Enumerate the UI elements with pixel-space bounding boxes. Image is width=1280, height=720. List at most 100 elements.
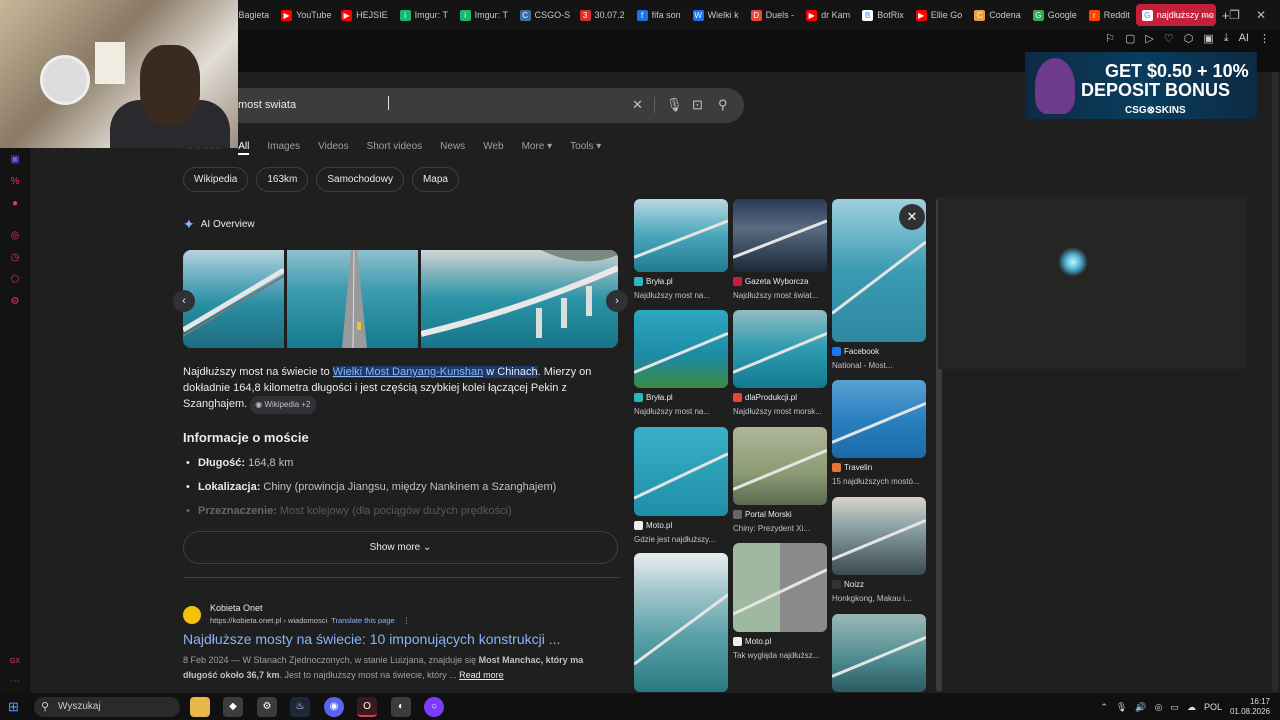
maximize-icon[interactable]: ❐	[1229, 8, 1240, 22]
browser-tab[interactable]: i Imgur: T	[454, 4, 514, 26]
browser-tab[interactable]: ▶ HEJSIE	[335, 4, 394, 26]
nav-tab-web[interactable]: Web	[483, 141, 503, 155]
nav-tab-more[interactable]: More ▾	[522, 141, 553, 155]
browser-tab[interactable]: C Codena	[968, 4, 1027, 26]
nav-tab-tools[interactable]: Tools ▾	[570, 141, 601, 155]
opera-gx-icon[interactable]: O	[357, 697, 377, 717]
page-scrollbar[interactable]	[1272, 72, 1278, 692]
translate-link[interactable]: Translate this page	[331, 616, 395, 625]
bookmark-icon[interactable]: ⚐	[1105, 32, 1115, 45]
language-indicator[interactable]: POL	[1204, 702, 1222, 712]
clock[interactable]: 16:17 01.08.2026	[1230, 697, 1270, 717]
image-caption[interactable]: National - Most...	[832, 361, 928, 370]
close-icon[interactable]: ✕	[899, 204, 925, 230]
image-result-thumbnail[interactable]	[733, 199, 827, 272]
image-caption[interactable]: Najdłuższy most świat...	[733, 291, 829, 300]
carousel-prev-button[interactable]: ‹	[173, 290, 195, 312]
image-source[interactable]: dlaProdukcji.pl	[733, 393, 797, 402]
search-input[interactable]: most swiata	[238, 99, 296, 111]
browser-tab[interactable]: G Google	[1027, 4, 1083, 26]
image-source[interactable]: Bryła.pl	[634, 393, 673, 402]
image-source[interactable]: Gazeta Wyborcza	[733, 277, 809, 286]
browser-tab[interactable]: f fifa son	[631, 4, 687, 26]
twitch-icon[interactable]: ▣	[9, 154, 21, 166]
more-options-icon[interactable]: ⋮	[403, 616, 411, 625]
browser-tab[interactable]: D Duels -	[745, 4, 801, 26]
browser-tab[interactable]: B BotRix	[856, 4, 910, 26]
mic-icon[interactable]: 🎙	[1116, 702, 1127, 713]
minimize-icon[interactable]: —	[1201, 8, 1213, 22]
nav-tab-news[interactable]: News	[440, 141, 465, 155]
search-icon[interactable]: ⚲	[718, 97, 728, 113]
result-title[interactable]: Najdłuższe mosty na świecie: 10 imponują…	[183, 631, 560, 647]
image-caption[interactable]: Najdłuższy most morsk...	[733, 407, 829, 416]
windows-start-icon[interactable]: ⊞	[8, 699, 19, 715]
volume-icon[interactable]: 🔊	[1135, 702, 1146, 713]
browser-tab[interactable]: W Wielki k	[687, 4, 745, 26]
taskbar-search[interactable]: ⚲ Wyszukaj	[34, 697, 180, 717]
settings-icon[interactable]: ⚙	[257, 697, 277, 717]
browser-tab[interactable]: 3 30.07.2	[574, 4, 631, 26]
image-source[interactable]: Portal Morski	[733, 510, 792, 519]
image-result-thumbnail[interactable]	[634, 310, 728, 388]
more-icon[interactable]: ⋯	[9, 676, 21, 688]
image-result-thumbnail[interactable]	[832, 497, 926, 575]
image-result-thumbnail[interactable]	[733, 310, 827, 388]
percent-icon[interactable]: %	[9, 176, 21, 188]
show-more-button[interactable]: Show more ⌄	[183, 531, 618, 564]
extensions-icon[interactable]: ⬡	[1184, 32, 1194, 45]
carousel-next-button[interactable]: ›	[606, 290, 628, 312]
nav-tab-all[interactable]: All	[238, 141, 250, 155]
image-result-thumbnail[interactable]	[733, 427, 827, 505]
discord-icon[interactable]: ◉	[324, 697, 344, 717]
image-result-thumbnail[interactable]	[634, 427, 728, 516]
image-caption[interactable]: 15 najdłuższych mostó...	[832, 477, 928, 486]
heart-icon[interactable]: ♡	[1164, 32, 1174, 45]
image-source[interactable]: Facebook	[832, 347, 879, 356]
filter-chip[interactable]: Mapa	[411, 167, 459, 192]
nav-tab-videos[interactable]: Videos	[318, 141, 348, 155]
overview-image-2[interactable]	[287, 250, 418, 348]
file-explorer-icon[interactable]	[190, 697, 210, 717]
source-chip[interactable]: ◉ Wikipedia +2	[250, 396, 316, 414]
browser-tab[interactable]: ▶ YouTube	[275, 4, 335, 26]
overview-link[interactable]: Wielki Most Danyang-Kunshan	[332, 366, 484, 378]
menu-icon[interactable]: ⋮	[1259, 32, 1270, 45]
clock-icon[interactable]: ◷	[9, 252, 21, 264]
camera-search-icon[interactable]: ⊡	[692, 97, 703, 113]
search-tabs-icon[interactable]: ⌕	[1178, 8, 1185, 23]
settings-icon[interactable]: ⚙	[9, 296, 21, 308]
image-source[interactable]: Noizz	[832, 580, 864, 589]
ai-button[interactable]: AI	[1239, 32, 1249, 44]
image-result-thumbnail[interactable]	[634, 553, 728, 692]
nav-tab-short-videos[interactable]: Short videos	[367, 141, 423, 155]
nav-tab-images[interactable]: Images	[267, 141, 300, 155]
chevron-up-icon[interactable]: ⌃	[1100, 702, 1108, 713]
overview-image-3[interactable]	[421, 250, 618, 348]
app-icon[interactable]: ◐	[391, 697, 411, 717]
app-icon[interactable]: ◆	[223, 697, 243, 717]
browser-tab[interactable]: C CSGO-S	[514, 4, 574, 26]
browser-tab[interactable]: ▶ dr Kam	[800, 4, 856, 26]
image-result-thumbnail[interactable]	[832, 614, 926, 692]
battery-icon[interactable]: ▭	[1170, 702, 1179, 713]
image-source[interactable]: Bryła.pl	[634, 277, 673, 286]
read-more-link[interactable]: Read more	[459, 670, 504, 680]
image-result-thumbnail[interactable]	[634, 199, 728, 272]
video-preview[interactable]	[938, 197, 1246, 369]
filter-chip[interactable]: Samochodowy	[316, 167, 404, 192]
image-caption[interactable]: Najdłuższy most na...	[634, 291, 730, 300]
image-caption[interactable]: Chiny: Prezydent Xi...	[733, 524, 829, 533]
download-icon[interactable]: ⤓	[1224, 32, 1229, 45]
filter-chip[interactable]: Wikipedia	[183, 167, 249, 192]
browser-tab[interactable]: r Reddit	[1083, 4, 1136, 26]
image-caption[interactable]: Tak wygląda najdłuższ...	[733, 651, 829, 660]
image-caption[interactable]: Najdłuższy most na...	[634, 407, 730, 416]
app-icon[interactable]: ○	[424, 697, 444, 717]
cloud-icon[interactable]: ☁	[1187, 702, 1196, 713]
browser-tab[interactable]: i Imgur: T	[394, 4, 454, 26]
clear-icon[interactable]: ✕	[632, 97, 643, 113]
circle-icon[interactable]: ◎	[9, 230, 21, 242]
app-icon[interactable]: ●	[9, 198, 21, 210]
image-source[interactable]: Travelin	[832, 463, 872, 472]
